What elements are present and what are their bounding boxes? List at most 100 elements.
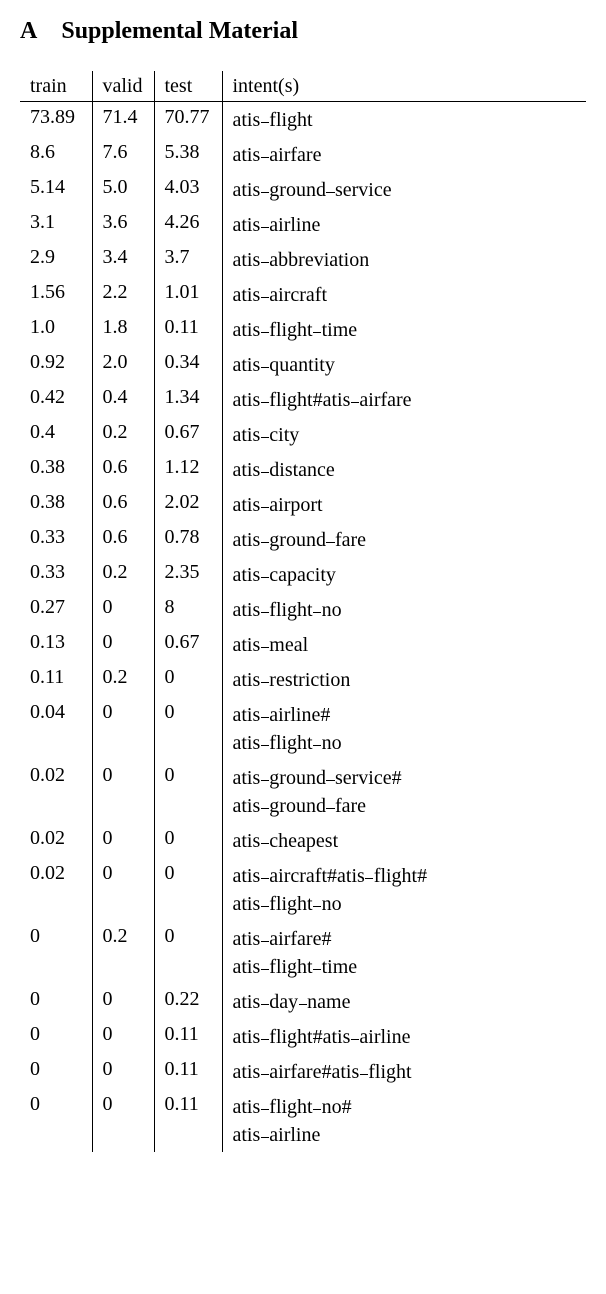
cell-intent: atisairfare#atisflight (222, 1054, 586, 1089)
cell-train: 0.38 (20, 452, 92, 487)
cell-valid: 7.6 (92, 137, 154, 172)
cell-test: 0 (154, 760, 222, 823)
cell-train: 1.56 (20, 277, 92, 312)
cell-test: 2.35 (154, 557, 222, 592)
cell-valid: 3.6 (92, 207, 154, 242)
cell-test: 1.12 (154, 452, 222, 487)
cell-train: 0.42 (20, 382, 92, 417)
col-header-intent: intent(s) (222, 71, 586, 102)
intent-label: atisflightno (233, 729, 577, 757)
cell-valid: 0 (92, 592, 154, 627)
cell-train: 0.33 (20, 557, 92, 592)
intent-label: atisflight#atisairline (233, 1023, 577, 1051)
table-row: 0.40.20.67atiscity (20, 417, 586, 452)
table-row: 1.562.21.01atisaircraft (20, 277, 586, 312)
intent-label: atisflightno# (233, 1093, 577, 1121)
cell-intent: atisflight (222, 102, 586, 138)
cell-valid: 0 (92, 984, 154, 1019)
cell-intent: atiscity (222, 417, 586, 452)
col-header-train: train (20, 71, 92, 102)
cell-train: 0 (20, 1019, 92, 1054)
col-header-valid: valid (92, 71, 154, 102)
cell-intent: atisairport (222, 487, 586, 522)
cell-test: 70.77 (154, 102, 222, 138)
cell-test: 0.67 (154, 627, 222, 662)
intent-label: atisairline (233, 211, 577, 239)
cell-valid: 0 (92, 697, 154, 760)
table-row: 2.93.43.7atisabbreviation (20, 242, 586, 277)
cell-valid: 1.8 (92, 312, 154, 347)
intent-label: atisabbreviation (233, 246, 577, 274)
cell-test: 0 (154, 858, 222, 921)
cell-intent: atisflightno#atisairline (222, 1089, 586, 1152)
cell-valid: 0 (92, 627, 154, 662)
table-row: 0.110.20atisrestriction (20, 662, 586, 697)
intent-label: atisgroundservice# (233, 764, 577, 792)
cell-train: 0.13 (20, 627, 92, 662)
intent-label: atisquantity (233, 351, 577, 379)
cell-test: 0.11 (154, 1089, 222, 1152)
intent-label: atisdayname (233, 988, 577, 1016)
cell-train: 0.27 (20, 592, 92, 627)
table-row: 0.0200atisaircraft#atisflight#atisflight… (20, 858, 586, 921)
table-header-row: train valid test intent(s) (20, 71, 586, 102)
table-row: 0.2708atisflightno (20, 592, 586, 627)
cell-test: 0 (154, 823, 222, 858)
table-row: 0.330.60.78atisgroundfare (20, 522, 586, 557)
cell-train: 0 (20, 1054, 92, 1089)
cell-intent: atismeal (222, 627, 586, 662)
cell-train: 0.38 (20, 487, 92, 522)
cell-valid: 0.2 (92, 417, 154, 452)
cell-valid: 0 (92, 823, 154, 858)
cell-valid: 0.2 (92, 921, 154, 984)
cell-test: 0.78 (154, 522, 222, 557)
intent-label: atisflightno (233, 596, 577, 624)
cell-intent: atisdistance (222, 452, 586, 487)
table-row: 000.11atisflight#atisairline (20, 1019, 586, 1054)
intent-label: atisflight (233, 106, 577, 134)
intent-label: atisgroundfare (233, 792, 577, 820)
intent-label: atisairfare# (233, 925, 577, 953)
cell-valid: 0.6 (92, 452, 154, 487)
cell-intent: atisquantity (222, 347, 586, 382)
cell-intent: atisairfare#atisflighttime (222, 921, 586, 984)
cell-train: 0.11 (20, 662, 92, 697)
cell-test: 4.26 (154, 207, 222, 242)
table-row: 00.20atisairfare#atisflighttime (20, 921, 586, 984)
cell-test: 3.7 (154, 242, 222, 277)
intent-label: atisflightno (233, 890, 577, 918)
table-row: 0.380.62.02atisairport (20, 487, 586, 522)
cell-valid: 0.6 (92, 487, 154, 522)
cell-intent: atisabbreviation (222, 242, 586, 277)
table-row: 0.330.22.35atiscapacity (20, 557, 586, 592)
intent-label: atisflighttime (233, 316, 577, 344)
table-row: 0.0400atisairline#atisflightno (20, 697, 586, 760)
intent-label: atisflighttime (233, 953, 577, 981)
intent-label: atiscity (233, 421, 577, 449)
cell-valid: 0.4 (92, 382, 154, 417)
cell-train: 3.1 (20, 207, 92, 242)
cell-intent: atisflightno (222, 592, 586, 627)
cell-intent: atisairfare (222, 137, 586, 172)
cell-intent: atischeapest (222, 823, 586, 858)
cell-test: 0.11 (154, 1019, 222, 1054)
cell-valid: 71.4 (92, 102, 154, 138)
cell-test: 4.03 (154, 172, 222, 207)
cell-valid: 0 (92, 760, 154, 823)
cell-train: 0 (20, 984, 92, 1019)
cell-intent: atisgroundservice#atisgroundfare (222, 760, 586, 823)
table-row: 73.8971.470.77atisflight (20, 102, 586, 138)
cell-valid: 0 (92, 1054, 154, 1089)
table-row: 8.67.65.38atisairfare (20, 137, 586, 172)
cell-test: 2.02 (154, 487, 222, 522)
cell-test: 1.34 (154, 382, 222, 417)
cell-train: 2.9 (20, 242, 92, 277)
cell-valid: 0 (92, 1089, 154, 1152)
cell-test: 1.01 (154, 277, 222, 312)
cell-test: 0.34 (154, 347, 222, 382)
cell-train: 5.14 (20, 172, 92, 207)
cell-train: 0.92 (20, 347, 92, 382)
table-row: 000.11atisflightno#atisairline (20, 1089, 586, 1152)
cell-train: 0 (20, 921, 92, 984)
cell-valid: 0.2 (92, 557, 154, 592)
